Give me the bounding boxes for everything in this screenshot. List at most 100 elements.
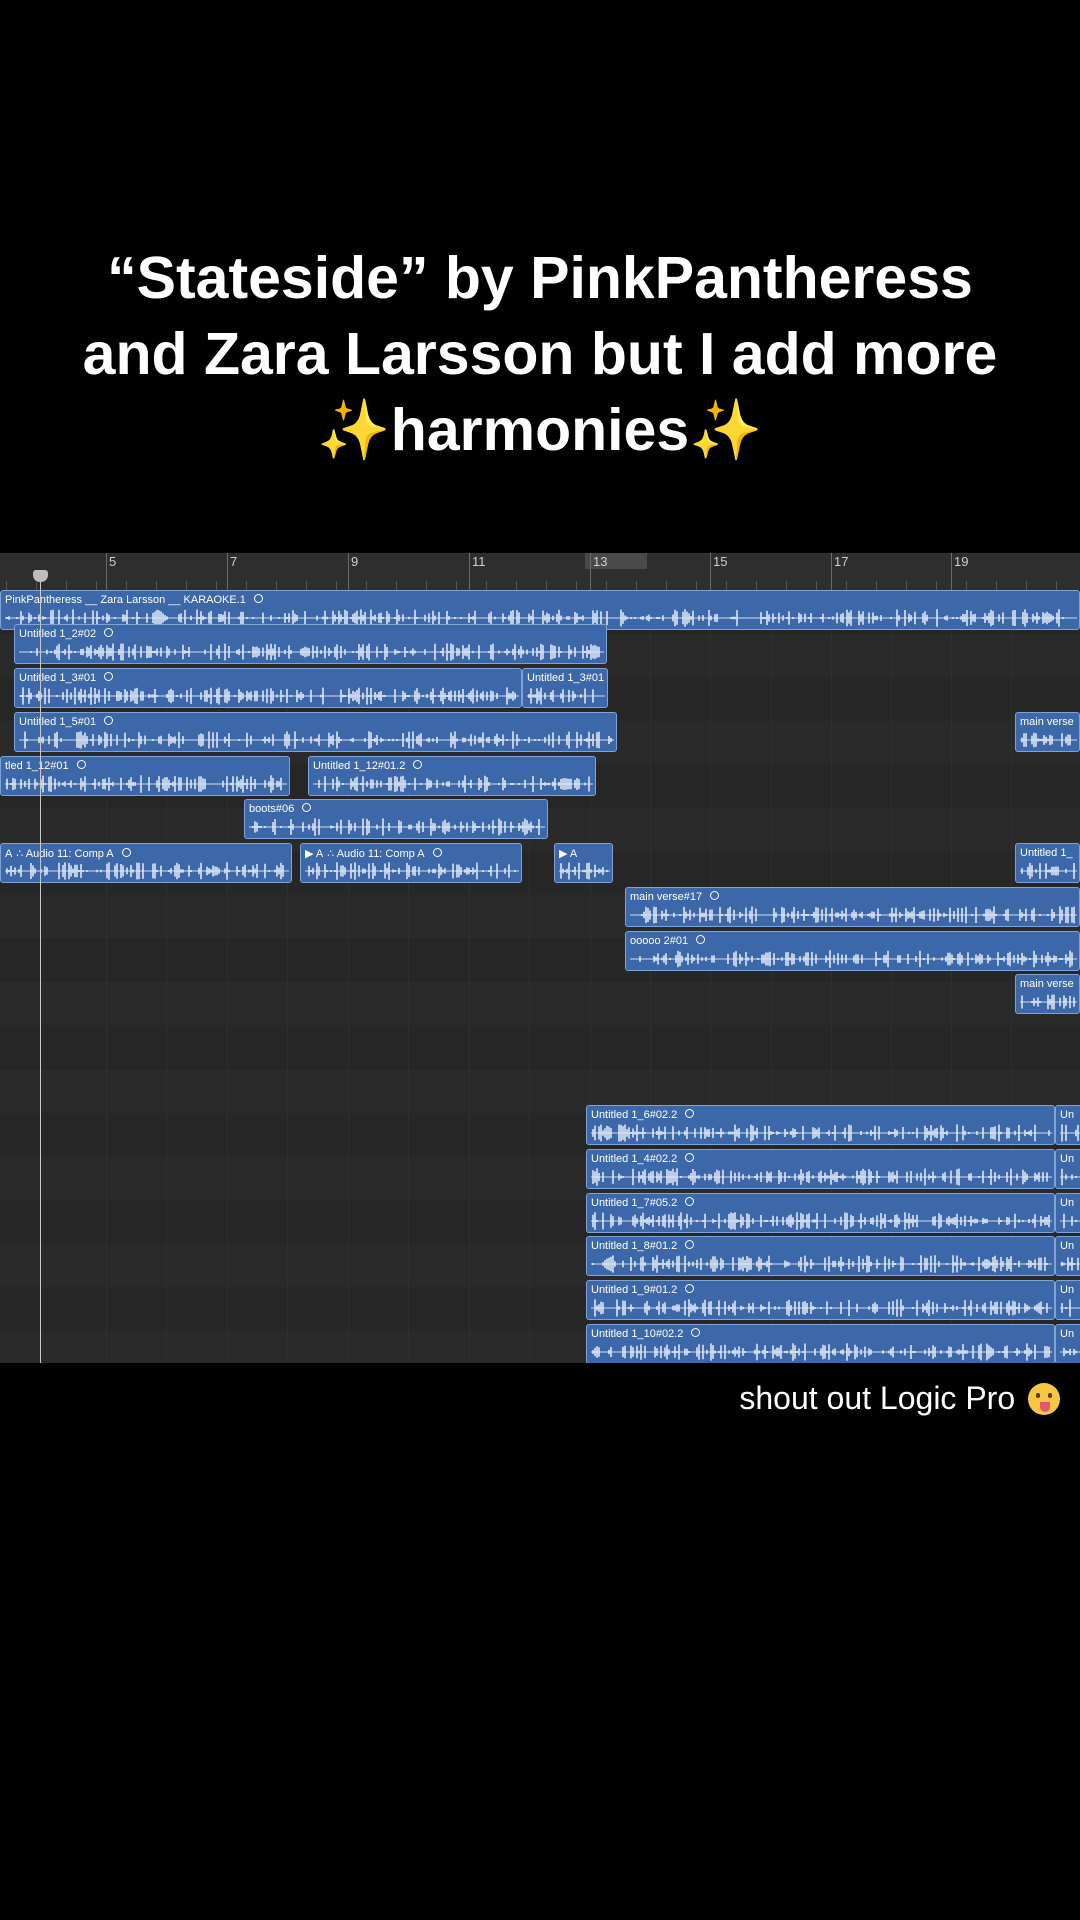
audio-region[interactable]: main verse bbox=[1015, 712, 1080, 752]
audio-region[interactable]: Un bbox=[1055, 1149, 1080, 1189]
ruler-tick bbox=[576, 581, 577, 590]
region-name: Untitled 1_2#02 bbox=[19, 628, 114, 640]
region-title: Un bbox=[1060, 1240, 1075, 1252]
audio-region[interactable]: Untitled 1_12#01.2 bbox=[308, 756, 596, 796]
bar-number: 15 bbox=[713, 554, 728, 569]
audio-region[interactable]: A ∴ Audio 11: Comp A bbox=[0, 843, 292, 883]
audio-region[interactable]: Untitled 1_5#01 bbox=[14, 712, 617, 752]
waveform bbox=[305, 862, 519, 880]
ruler-tick bbox=[246, 581, 247, 590]
audio-region[interactable]: Un bbox=[1055, 1105, 1080, 1145]
audio-region[interactable]: Untitled 1_8#01.2 bbox=[586, 1236, 1055, 1276]
audio-region[interactable]: Untitled 1_4#02.2 bbox=[586, 1149, 1055, 1189]
bar-number: 11 bbox=[472, 554, 486, 569]
waveform bbox=[249, 818, 545, 836]
region-title: Untitled 1_9#01.2 bbox=[591, 1284, 678, 1296]
loop-icon[interactable] bbox=[104, 672, 114, 681]
waveform-peaks bbox=[1063, 1347, 1077, 1357]
ruler-tick bbox=[306, 581, 307, 590]
audio-region[interactable]: Untitled 1_7#05.2 bbox=[586, 1193, 1055, 1233]
ruler-tick bbox=[696, 581, 697, 590]
audio-region[interactable]: ▶ A bbox=[554, 843, 613, 883]
playhead-line[interactable] bbox=[40, 575, 41, 1363]
audio-region[interactable]: Untitled 1_3#01 bbox=[522, 668, 608, 708]
loop-icon[interactable] bbox=[685, 1240, 695, 1249]
audio-region[interactable]: Un bbox=[1055, 1193, 1080, 1233]
loop-icon[interactable] bbox=[121, 848, 131, 857]
audio-region[interactable]: Un bbox=[1055, 1324, 1080, 1363]
waveform bbox=[630, 906, 1077, 924]
ruler-tick bbox=[726, 581, 727, 590]
region-name: ▶ A ∴ Audio 11: Comp A bbox=[305, 847, 442, 860]
audio-region[interactable]: Untitled 1_10#02.2 bbox=[586, 1324, 1055, 1363]
region-title: main verse#17 bbox=[630, 891, 703, 903]
audio-region[interactable]: Untitled 1_9#01.2 bbox=[586, 1280, 1055, 1320]
bar-line bbox=[951, 553, 952, 590]
waveform bbox=[1060, 1257, 1080, 1271]
audio-region[interactable]: Untitled 1_3#01 bbox=[14, 668, 522, 708]
bar-number: 7 bbox=[230, 554, 238, 569]
region-title: Untitled 1_7#05.2 bbox=[591, 1197, 678, 1209]
region-name: Untitled 1_3#01 bbox=[527, 672, 607, 684]
ruler-tick bbox=[786, 581, 787, 590]
waveform bbox=[1020, 994, 1077, 1010]
audio-region[interactable]: main verse bbox=[1015, 974, 1080, 1014]
ruler-tick bbox=[936, 581, 937, 590]
loop-icon[interactable] bbox=[696, 935, 706, 944]
ruler-tick bbox=[516, 581, 517, 590]
region-title: main verse bbox=[1020, 978, 1074, 990]
loop-icon[interactable] bbox=[432, 848, 442, 857]
ruler-tick bbox=[996, 581, 997, 590]
loop-icon[interactable] bbox=[685, 1153, 695, 1162]
region-title: Untitled 1_8#01.2 bbox=[591, 1240, 678, 1252]
region-name: tled 1_12#01 bbox=[5, 760, 86, 772]
audio-region[interactable]: Un bbox=[1055, 1236, 1080, 1276]
bar-line bbox=[469, 553, 470, 590]
loop-icon[interactable] bbox=[685, 1284, 695, 1293]
loop-icon[interactable] bbox=[104, 716, 114, 725]
audio-region[interactable]: ▶ A ∴ Audio 11: Comp A bbox=[300, 843, 522, 883]
track-lane[interactable] bbox=[0, 1026, 1080, 1069]
logic-tracks-area[interactable]: 5 7 9 11 13 15 17 19 PinkPantheress __ Zara Lar… bbox=[0, 553, 1080, 1363]
waveform bbox=[5, 775, 287, 793]
waveform bbox=[1060, 1213, 1080, 1229]
loop-icon[interactable] bbox=[685, 1197, 695, 1206]
loop-icon[interactable] bbox=[685, 1109, 695, 1118]
audio-region[interactable]: ooooo 2#01 bbox=[625, 931, 1080, 971]
audio-region[interactable]: Untitled 1_2#02 bbox=[14, 624, 607, 664]
loop-icon[interactable] bbox=[413, 760, 423, 769]
region-title: Untitled 1_4#02.2 bbox=[591, 1153, 678, 1165]
audio-region[interactable]: tled 1_12#01 bbox=[0, 756, 290, 796]
region-title: main verse bbox=[1020, 716, 1074, 728]
loop-icon[interactable] bbox=[76, 760, 86, 769]
waveform bbox=[19, 687, 519, 705]
region-name: Untitled 1_4#02.2 bbox=[591, 1153, 695, 1165]
loop-icon[interactable] bbox=[302, 803, 312, 812]
loop-icon[interactable] bbox=[104, 628, 114, 637]
track-lane[interactable] bbox=[0, 982, 1080, 1026]
audio-region[interactable]: boots#06 bbox=[244, 799, 548, 839]
comp-lanes-icon: ∴ bbox=[16, 848, 26, 860]
ruler-tick bbox=[846, 581, 847, 590]
region-title: Un bbox=[1060, 1328, 1075, 1340]
region-name: boots#06 bbox=[249, 803, 312, 815]
audio-region[interactable]: Untitled 1_ bbox=[1015, 843, 1080, 883]
waveform bbox=[559, 862, 610, 880]
bar-number: 19 bbox=[954, 554, 969, 569]
audio-region[interactable]: Untitled 1_6#02.2 bbox=[586, 1105, 1055, 1145]
bar-ruler[interactable]: 5 7 9 11 13 15 17 19 bbox=[0, 553, 1080, 591]
ruler-tick bbox=[6, 581, 7, 590]
region-title: Untitled 1_2#02 bbox=[19, 628, 97, 640]
loop-icon[interactable] bbox=[710, 891, 720, 900]
region-name: ooooo 2#01 bbox=[630, 935, 706, 947]
audio-region[interactable]: Un bbox=[1055, 1280, 1080, 1320]
loop-icon[interactable] bbox=[253, 594, 263, 603]
ruler-tick bbox=[126, 581, 127, 590]
region-name: ▶ A bbox=[559, 847, 577, 860]
audio-region[interactable]: main verse#17 bbox=[625, 887, 1080, 927]
ruler-tick bbox=[336, 581, 337, 590]
ruler-tick bbox=[1056, 581, 1057, 590]
waveform bbox=[527, 687, 605, 705]
region-name: Untitled 1_5#01 bbox=[19, 716, 114, 728]
loop-icon[interactable] bbox=[691, 1328, 701, 1337]
